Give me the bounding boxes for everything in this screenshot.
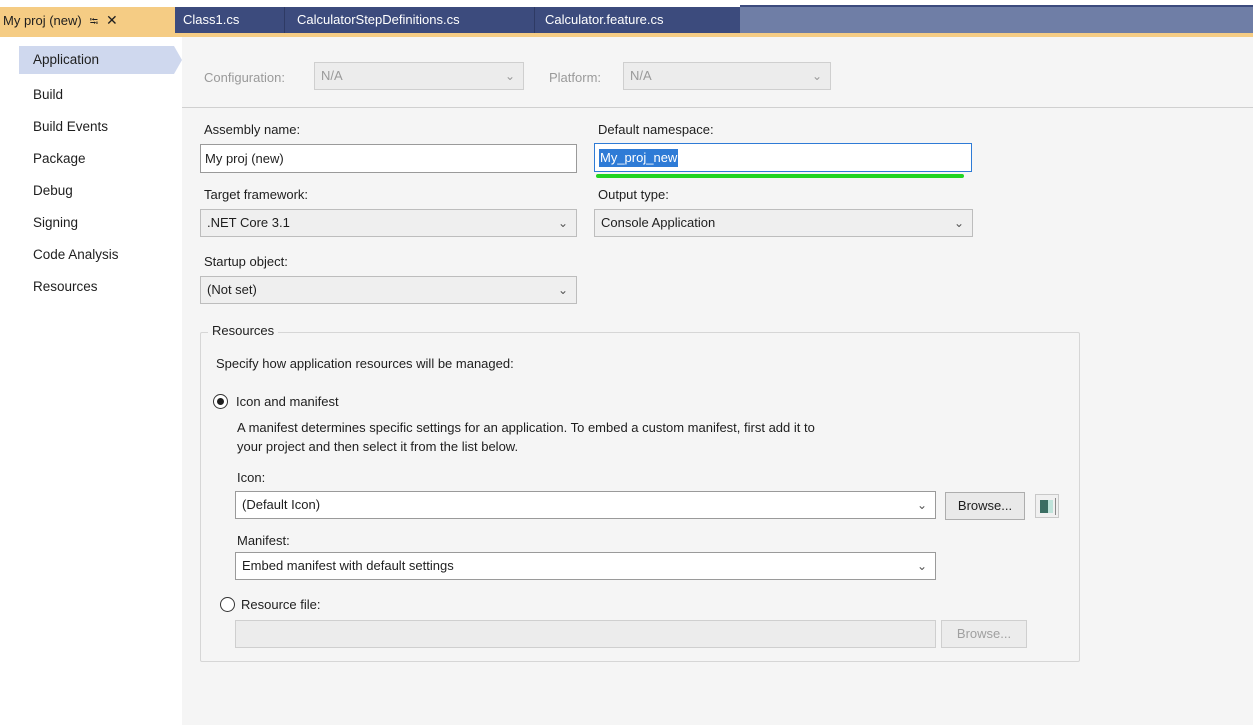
close-icon[interactable]: ✕ [106,7,118,33]
chevron-down-icon: ⌄ [557,283,568,297]
configuration-value: N/A [321,68,343,83]
nav-item-label: Application [33,52,100,67]
output-type-label: Output type: [598,187,669,202]
icon-preview-separator [1055,498,1056,515]
output-type-select[interactable]: Console Application ⌄ [594,209,973,237]
default-namespace-value: My_proj_new [599,149,679,167]
nav-item-label: Build [33,87,64,102]
nav-item-package[interactable]: Package [19,145,174,173]
tab-class1[interactable]: Class1.cs [175,7,285,33]
tab-calculator-feature[interactable]: Calculator.feature.cs [535,7,740,33]
resource-file-input[interactable] [235,620,936,648]
pin-icon[interactable]: ⭾ [90,9,98,35]
icon-value: (Default Icon) [242,497,321,512]
tab-label: CalculatorStepDefinitions.cs [297,12,460,27]
selected-arrow [174,46,182,74]
document-tab-strip: My proj (new) ⭾ ✕ Class1.cs CalculatorStep… [0,0,1253,37]
tab-label: Class1.cs [183,12,240,27]
configuration-select[interactable]: N/A ⌄ [314,62,524,90]
manifest-label: Manifest: [237,533,290,548]
target-framework-value: .NET Core 3.1 [207,215,290,230]
resources-group-title: Resources [208,323,279,338]
nav-item-debug[interactable]: Debug [19,177,174,205]
chevron-down-icon: ⌄ [811,69,822,83]
nav-item-resources[interactable]: Resources [19,273,174,301]
tab-calculator-step-definitions[interactable]: CalculatorStepDefinitions.cs [285,7,535,33]
nav-item-build-events[interactable]: Build Events [19,113,174,141]
target-framework-label: Target framework: [204,187,309,202]
default-namespace-label: Default namespace: [598,122,714,137]
icon-manifest-help-line-2: your project and then select it from the… [237,439,519,454]
tab-label: My proj (new) [3,13,82,28]
startup-object-value: (Not set) [207,282,257,297]
output-type-value: Console Application [601,215,716,230]
nav-item-label: Build Events [33,119,109,134]
chevron-down-icon: ⌄ [953,216,964,230]
startup-object-label: Startup object: [204,254,288,269]
manifest-value: Embed manifest with default settings [242,558,454,573]
nav-item-label: Resources [33,279,98,294]
application-icon-preview [1035,494,1059,518]
nav-item-signing[interactable]: Signing [19,209,174,237]
chevron-down-icon: ⌄ [557,216,568,230]
resource-file-browse-button[interactable]: Browse... [941,620,1027,648]
tab-my-proj-properties[interactable]: My proj (new) ⭾ ✕ [0,7,175,33]
nav-item-label: Signing [33,215,79,230]
assembly-name-label: Assembly name: [204,122,301,137]
application-properties-panel: Configuration: N/A ⌄ Platform: N/A ⌄ Ass… [182,37,1253,725]
icon-label: Icon: [237,470,266,485]
nav-item-code-analysis[interactable]: Code Analysis [19,241,174,269]
startup-object-select[interactable]: (Not set) ⌄ [200,276,577,304]
icon-browse-button[interactable]: Browse... [945,492,1025,520]
tab-label: Calculator.feature.cs [545,12,664,27]
platform-label: Platform: [549,70,602,85]
highlight-underline [596,174,964,178]
nav-item-label: Package [33,151,86,166]
nav-item-build[interactable]: Build [19,81,174,109]
platform-value: N/A [630,68,652,83]
icon-manifest-label: Icon and manifest [236,394,339,409]
target-framework-select[interactable]: .NET Core 3.1 ⌄ [200,209,577,237]
icon-preview-left [1040,500,1048,513]
nav-item-application[interactable]: Application [19,46,182,74]
resource-file-label: Resource file: [241,597,321,612]
assembly-name-input[interactable]: My proj (new) [200,144,577,173]
resources-description: Specify how application resources will b… [216,356,514,371]
default-namespace-input[interactable]: My_proj_new [594,143,972,172]
icon-select[interactable]: (Default Icon) ⌄ [235,491,936,519]
chevron-down-icon: ⌄ [504,69,515,83]
chevron-down-icon: ⌄ [916,498,927,512]
property-page-nav: Application Build Build Events Package D… [0,37,182,725]
icon-preview-right [1048,500,1053,513]
platform-select[interactable]: N/A ⌄ [623,62,831,90]
config-divider [182,107,1253,108]
tab-strip-empty-area [740,7,1253,33]
chevron-down-icon: ⌄ [916,559,927,573]
nav-item-label: Debug [33,183,73,198]
manifest-select[interactable]: Embed manifest with default settings ⌄ [235,552,936,580]
resource-file-radio[interactable] [220,597,235,612]
icon-manifest-help-line-1: A manifest determines specific settings … [237,420,815,435]
configuration-label: Configuration: [204,70,285,85]
nav-item-label: Code Analysis [33,247,119,262]
assembly-name-value: My proj (new) [205,151,284,166]
icon-manifest-radio[interactable] [213,394,228,409]
